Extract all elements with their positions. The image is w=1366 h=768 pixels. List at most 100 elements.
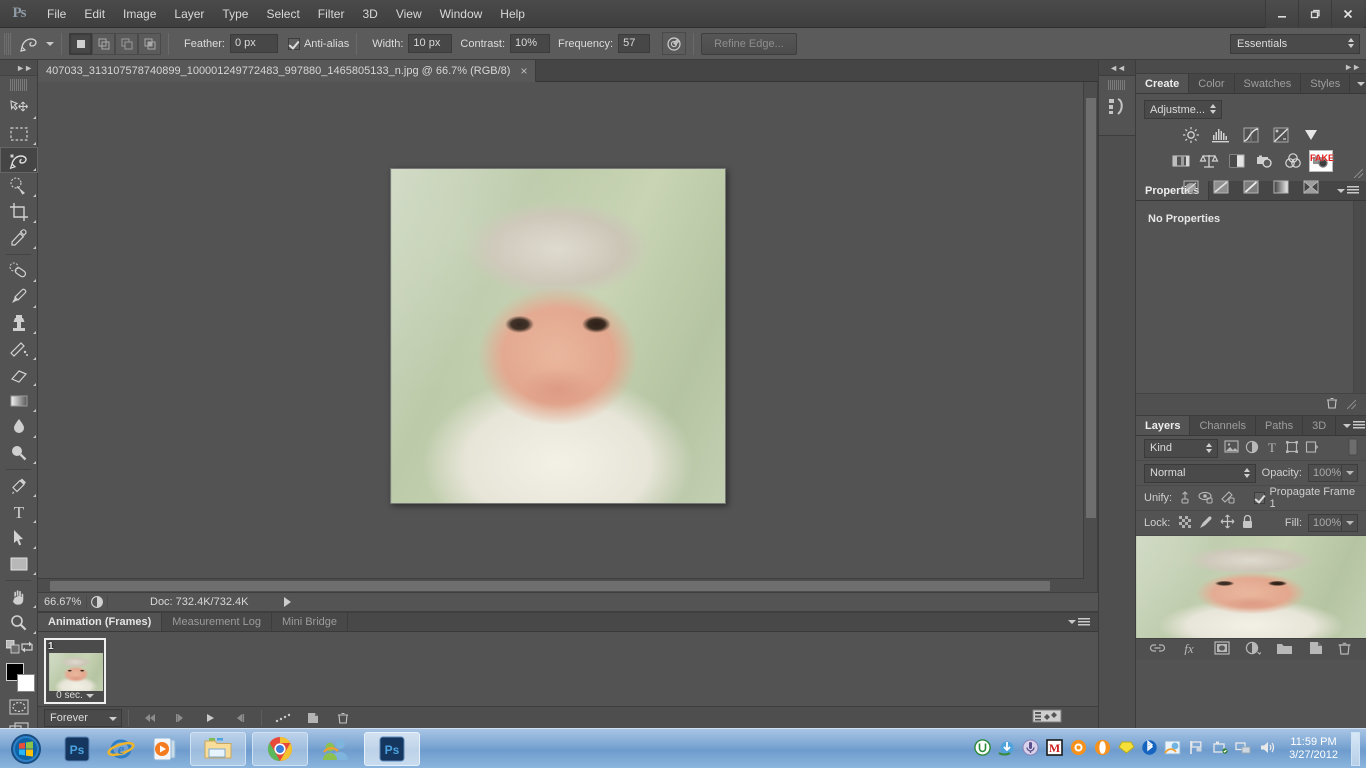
channel-mixer-icon[interactable] (1282, 151, 1304, 171)
zoom-level-field[interactable]: 66.67% (38, 596, 86, 608)
menu-file[interactable]: File (38, 3, 75, 25)
tab-measurement-log[interactable]: Measurement Log (162, 613, 272, 631)
layer-filter-kind-selector[interactable]: Kind (1144, 438, 1218, 458)
tab-color[interactable]: Color (1189, 74, 1235, 93)
tool-preset-picker[interactable] (16, 32, 44, 56)
malwarebytes-icon[interactable]: M (1046, 738, 1063, 759)
loop-option-selector[interactable]: Forever (44, 708, 122, 727)
tools-collapse-button[interactable]: ►► (0, 60, 37, 76)
document-tab-close-icon[interactable]: × (520, 65, 527, 77)
dock-grip[interactable] (1108, 80, 1126, 90)
tab-3d[interactable]: 3D (1303, 416, 1337, 435)
opacity-dropdown-arrow-icon[interactable] (1342, 464, 1358, 482)
properties-scrollbar[interactable] (1353, 201, 1366, 394)
unify-position-icon[interactable] (1178, 490, 1192, 507)
threshold-icon[interactable] (1240, 177, 1262, 197)
tool-pen[interactable] (0, 473, 38, 499)
canvas-area[interactable] (38, 82, 1098, 592)
history-actions-panel-icon-group[interactable] (1099, 76, 1135, 136)
gradient-map-icon[interactable] (1270, 177, 1292, 197)
windows-start-button[interactable] (0, 733, 52, 765)
default-colors-icon[interactable] (5, 639, 20, 657)
link-layers-icon[interactable] (1149, 642, 1166, 657)
menu-select[interactable]: Select (257, 3, 308, 25)
tool-clone-stamp[interactable] (0, 310, 38, 336)
layers-list[interactable]: Background (1136, 536, 1366, 638)
messenger-icon[interactable] (1164, 739, 1181, 759)
new-selection-button[interactable] (69, 32, 92, 55)
add-to-selection-button[interactable] (92, 32, 115, 55)
taskbar-windows-media-player-icon[interactable] (146, 732, 184, 766)
layer-mask-icon[interactable] (1214, 641, 1230, 658)
properties-resize-grip[interactable] (1347, 400, 1356, 409)
tool-zoom[interactable] (0, 610, 38, 636)
bluetooth-icon[interactable] (1142, 739, 1157, 759)
swap-colors-icon[interactable] (20, 640, 34, 657)
delete-frame-button[interactable] (328, 707, 358, 729)
animation-frame[interactable]: 1 0 sec. (44, 638, 106, 704)
frame-delay-selector[interactable]: 0 sec. (46, 690, 104, 701)
select-first-frame-button[interactable] (135, 707, 165, 729)
status-menu-arrow-icon[interactable] (284, 597, 292, 607)
background-color-swatch[interactable] (17, 674, 35, 692)
curves-icon[interactable] (1240, 125, 1262, 145)
status-thumbnail-icon[interactable] (86, 595, 108, 609)
tool-brush[interactable] (0, 284, 38, 310)
select-previous-frame-button[interactable] (165, 707, 195, 729)
opacity-input[interactable]: 100% (1308, 464, 1342, 482)
tween-frames-button[interactable] (268, 707, 298, 729)
flag-action-center-icon[interactable] (1188, 740, 1205, 758)
tab-styles[interactable]: Styles (1301, 74, 1351, 93)
duplicate-frame-button[interactable] (298, 707, 328, 729)
quick-mask-mode-button[interactable] (0, 695, 38, 719)
width-input[interactable]: 10 px (408, 34, 453, 53)
color-lookup-icon[interactable]: FAKE (1310, 151, 1334, 171)
new-group-icon[interactable] (1276, 642, 1293, 658)
tool-crop[interactable] (0, 199, 38, 225)
tool-dodge[interactable] (0, 440, 38, 466)
menu-type[interactable]: Type (213, 3, 257, 25)
tool-hand[interactable] (0, 584, 38, 610)
utorrent-icon[interactable] (974, 738, 991, 759)
hue-saturation-icon[interactable] (1170, 151, 1192, 171)
tool-rectangle[interactable] (0, 551, 38, 577)
audio-device-icon[interactable] (1022, 739, 1039, 759)
fill-input[interactable]: 100% (1308, 514, 1342, 532)
layer-style-icon[interactable]: fx (1181, 641, 1199, 658)
yellow-diamond-icon[interactable] (1118, 740, 1135, 758)
color-balance-icon[interactable] (1198, 151, 1220, 171)
anti-alias-checkbox-wrap[interactable]: Anti-alias (287, 37, 349, 50)
photo-filter-icon[interactable] (1254, 151, 1276, 171)
animation-panel-menu-button[interactable] (1068, 613, 1098, 631)
invert-icon[interactable] (1180, 177, 1202, 197)
history-actions-icon[interactable] (1106, 95, 1128, 120)
contrast-input[interactable]: 10% (510, 34, 551, 53)
convert-to-timeline-button[interactable] (1032, 708, 1062, 727)
select-next-frame-button[interactable] (225, 707, 255, 729)
taskbar-clock[interactable]: 11:59 PM 3/27/2012 (1283, 736, 1344, 762)
fill-dropdown-arrow-icon[interactable] (1342, 514, 1358, 532)
feather-input[interactable]: 0 px (229, 34, 278, 53)
show-desktop-button[interactable] (1351, 731, 1360, 766)
panel-resize-grip[interactable] (1354, 169, 1363, 178)
tool-rectangular-marquee[interactable] (0, 121, 38, 147)
safely-remove-hardware-icon[interactable] (1212, 740, 1228, 758)
propagate-frame-checkbox-wrap[interactable]: Propagate Frame 1 (1254, 486, 1358, 510)
minimize-button[interactable] (1265, 0, 1298, 28)
taskbar-msn-messenger-icon[interactable] (314, 732, 358, 766)
taskbar-google-chrome-button[interactable] (252, 731, 308, 766)
close-button[interactable] (1331, 0, 1364, 28)
refine-edge-button[interactable]: Refine Edge... (701, 32, 797, 55)
dock-expand-button[interactable]: ◄◄ (1099, 60, 1135, 76)
opera-icon[interactable] (1094, 739, 1111, 759)
delete-layer-icon[interactable] (1337, 641, 1352, 658)
intersect-with-selection-button[interactable] (138, 32, 161, 55)
lock-transparency-icon[interactable] (1178, 515, 1192, 532)
tool-quick-selection[interactable] (0, 173, 38, 199)
tool-eyedropper[interactable] (0, 225, 38, 251)
document-image[interactable] (390, 168, 726, 504)
tool-blur[interactable] (0, 414, 38, 440)
menu-window[interactable]: Window (431, 3, 492, 25)
tool-path-selection[interactable] (0, 525, 38, 551)
tab-layers[interactable]: Layers (1136, 416, 1191, 435)
